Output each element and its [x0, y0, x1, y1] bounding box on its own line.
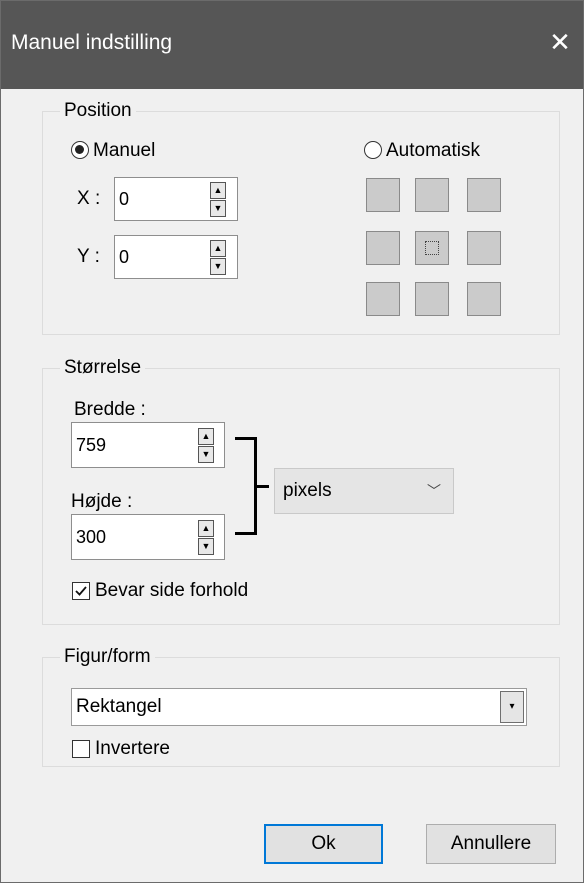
y-spin-down-icon[interactable]: ▼ [210, 258, 226, 275]
y-spin-up-icon[interactable]: ▲ [210, 240, 226, 257]
x-spin-down-icon[interactable]: ▼ [210, 200, 226, 217]
height-spinner[interactable]: ▲ ▼ [71, 514, 225, 560]
manual-radio[interactable] [71, 141, 89, 159]
width-spin-up-icon[interactable]: ▲ [198, 428, 214, 445]
automatic-radio-label[interactable]: Automatisk [386, 140, 480, 162]
anchor-bottom-center[interactable] [415, 282, 449, 316]
invert-label[interactable]: Invertere [95, 738, 170, 760]
shape-combobox-value: Rektangel [76, 696, 162, 717]
width-spinner[interactable]: ▲ ▼ [71, 422, 225, 468]
anchor-top-left[interactable] [366, 178, 400, 212]
close-icon[interactable]: ✕ [545, 27, 575, 57]
y-label: Y : [77, 246, 100, 267]
dropdown-arrow-icon[interactable]: ▾ [500, 691, 524, 723]
height-input[interactable] [72, 515, 190, 559]
anchor-middle-right[interactable] [467, 231, 501, 265]
link-bracket-tick [257, 485, 269, 488]
height-spin-down-icon[interactable]: ▼ [198, 538, 214, 555]
chevron-down-icon: ﹀ [427, 483, 441, 499]
window-title: Manuel indstilling [11, 31, 173, 54]
x-label: X : [77, 188, 101, 209]
anchor-top-center[interactable] [415, 178, 449, 212]
title-bar: Manuel indstilling ✕ [1, 1, 583, 89]
width-input[interactable] [72, 423, 190, 467]
keep-ratio-label[interactable]: Bevar side forhold [95, 580, 248, 602]
anchor-bottom-right[interactable] [467, 282, 501, 316]
anchor-top-right[interactable] [467, 178, 501, 212]
x-input[interactable] [115, 178, 203, 220]
x-spin-up-icon[interactable]: ▲ [210, 182, 226, 199]
dialog-window: Manuel indstilling ✕ Position Manuel Aut… [0, 0, 584, 883]
cancel-button[interactable]: Annullere [426, 824, 556, 864]
shape-legend: Figur/form [60, 646, 155, 668]
position-legend: Position [60, 100, 136, 122]
y-input[interactable] [115, 236, 203, 278]
unit-select[interactable]: pixels ﹀ [274, 468, 454, 514]
x-spinner[interactable]: ▲ ▼ [114, 177, 238, 221]
height-label: Højde : [71, 491, 133, 512]
invert-checkbox[interactable] [72, 740, 90, 758]
automatic-radio[interactable] [364, 141, 382, 159]
unit-select-value: pixels [283, 480, 332, 501]
link-bracket [235, 437, 257, 535]
y-spinner[interactable]: ▲ ▼ [114, 235, 238, 279]
anchor-middle-left[interactable] [366, 231, 400, 265]
anchor-center[interactable] [415, 231, 449, 265]
size-legend: Størrelse [60, 357, 146, 379]
ok-button[interactable]: Ok [264, 824, 383, 864]
checkmark-icon [75, 586, 87, 596]
manual-radio-label[interactable]: Manuel [93, 140, 155, 162]
width-spin-down-icon[interactable]: ▼ [198, 446, 214, 463]
shape-combobox[interactable]: Rektangel ▾ [71, 688, 527, 726]
width-label: Bredde : [74, 399, 146, 420]
keep-ratio-checkbox[interactable] [72, 582, 90, 600]
anchor-bottom-left[interactable] [366, 282, 400, 316]
height-spin-up-icon[interactable]: ▲ [198, 520, 214, 537]
